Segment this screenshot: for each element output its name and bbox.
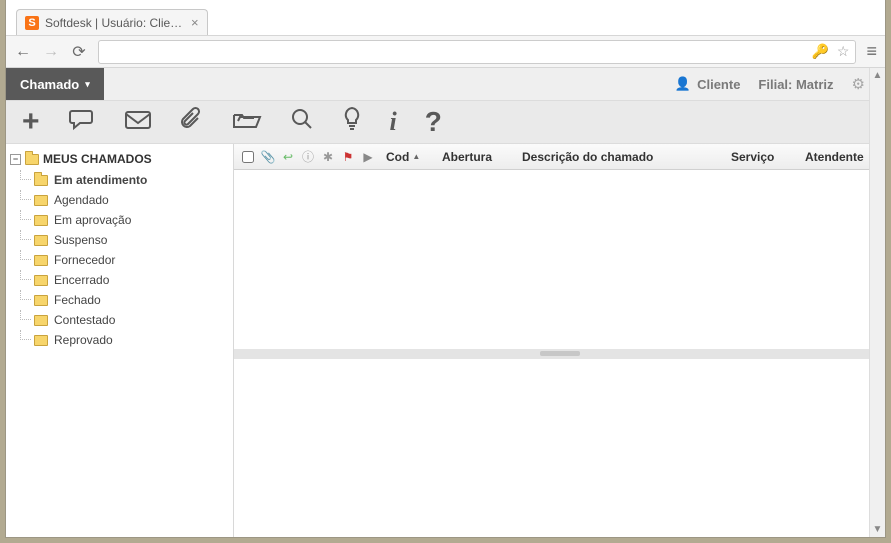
play-col-icon[interactable]: ▶: [360, 150, 376, 164]
column-abertura[interactable]: Abertura: [436, 150, 512, 164]
reply-col-icon[interactable]: ↩: [280, 150, 296, 164]
tree-item-label: Agendado: [54, 193, 109, 207]
dropdown-label: Chamado: [20, 77, 79, 92]
sort-asc-icon: ▲: [412, 152, 420, 161]
browser-tab[interactable]: S Softdesk | Usuário: Cliente ×: [16, 9, 208, 35]
tree-item-reprovado[interactable]: Reprovado: [34, 330, 229, 350]
tree-item-label: Fornecedor: [54, 253, 115, 267]
tree-item-suspenso[interactable]: Suspenso: [34, 230, 229, 250]
vertical-scrollbar[interactable]: ▲ ▼: [869, 68, 885, 537]
caret-down-icon: ▾: [85, 79, 90, 90]
user-icon: 👤: [675, 76, 691, 92]
folder-icon: [34, 195, 48, 206]
chamado-dropdown[interactable]: Chamado ▾: [6, 68, 104, 100]
attach-button[interactable]: [180, 106, 204, 139]
column-servico[interactable]: Serviço: [725, 150, 795, 164]
scroll-down-icon[interactable]: ▼: [873, 524, 883, 535]
magnifier-icon: [290, 107, 314, 138]
gear-icon: ⚙: [852, 76, 865, 93]
folder-button[interactable]: [232, 107, 262, 138]
info-col-icon[interactable]: ⓘ: [300, 148, 316, 165]
search-button[interactable]: [290, 107, 314, 138]
folder-icon: [34, 255, 48, 266]
browser-menu-button[interactable]: ≡: [866, 41, 877, 62]
folder-icon: [34, 335, 48, 346]
help-button[interactable]: ?: [425, 106, 442, 138]
idea-button[interactable]: [342, 106, 362, 139]
tree-item-label: Em atendimento: [54, 173, 147, 187]
flag-col-icon[interactable]: ⚑: [340, 150, 356, 164]
detail-pane: [234, 359, 885, 538]
reload-button[interactable]: ⟳: [70, 43, 88, 61]
plus-icon: +: [22, 105, 40, 139]
tree-item-fechado[interactable]: Fechado: [34, 290, 229, 310]
tree-item-agendado[interactable]: Agendado: [34, 190, 229, 210]
tree-root-label: MEUS CHAMADOS: [43, 152, 152, 166]
chat-button[interactable]: [68, 107, 96, 138]
tree-item-em-aprovacao[interactable]: Em aprovação: [34, 210, 229, 230]
info-button[interactable]: i: [390, 107, 397, 137]
select-all-checkbox[interactable]: [240, 151, 256, 163]
folder-icon: [34, 175, 48, 186]
address-bar[interactable]: 🔑 ☆: [98, 40, 856, 64]
user-label: Cliente: [697, 77, 740, 92]
grid-body[interactable]: [234, 170, 885, 349]
expander-icon[interactable]: −: [10, 154, 21, 165]
column-cod[interactable]: Cod▲: [380, 150, 432, 164]
filial-label: Filial: Matriz: [758, 77, 833, 92]
folder-open-icon: [232, 107, 262, 138]
user-link[interactable]: 👤 Cliente: [675, 76, 741, 92]
folder-icon: [34, 235, 48, 246]
lightbulb-icon: [342, 106, 362, 139]
new-button[interactable]: +: [22, 105, 40, 139]
question-icon: ?: [425, 106, 442, 138]
status-col-icon[interactable]: ✱: [320, 150, 336, 164]
tab-title: Softdesk | Usuário: Cliente: [45, 16, 185, 30]
forward-button[interactable]: →: [42, 43, 60, 61]
tree-item-contestado[interactable]: Contestado: [34, 310, 229, 330]
folder-icon: [34, 275, 48, 286]
tree-item-label: Encerrado: [54, 273, 109, 287]
tree-item-encerrado[interactable]: Encerrado: [34, 270, 229, 290]
folder-icon: [34, 315, 48, 326]
splitter[interactable]: [234, 349, 885, 359]
star-icon[interactable]: ☆: [837, 43, 850, 60]
folder-icon: [34, 215, 48, 226]
folder-open-icon: [25, 154, 39, 165]
envelope-icon: [124, 107, 152, 138]
splitter-handle-icon: [540, 351, 580, 356]
settings-button[interactable]: ⚙: [852, 75, 865, 93]
folder-icon: [34, 295, 48, 306]
tree-item-fornecedor[interactable]: Fornecedor: [34, 250, 229, 270]
key-icon: 🔑: [811, 43, 828, 60]
column-atendente[interactable]: Atendente: [799, 150, 879, 164]
paperclip-icon: [180, 106, 204, 139]
tree-item-label: Fechado: [54, 293, 101, 307]
favicon-icon: S: [25, 16, 39, 30]
filial-link[interactable]: Filial: Matriz: [758, 77, 833, 92]
sidebar-tree: − MEUS CHAMADOS Em atendimento Agendado …: [6, 144, 234, 537]
close-tab-icon[interactable]: ×: [191, 15, 199, 30]
mail-button[interactable]: [124, 107, 152, 138]
info-icon: i: [390, 107, 397, 137]
scroll-up-icon[interactable]: ▲: [873, 70, 883, 81]
column-descricao[interactable]: Descrição do chamado: [516, 150, 721, 164]
back-button[interactable]: ←: [14, 43, 32, 61]
attachment-col-icon[interactable]: 📎: [260, 150, 276, 164]
tree-item-label: Reprovado: [54, 333, 113, 347]
speech-icon: [68, 107, 96, 138]
tree-item-label: Suspenso: [54, 233, 107, 247]
tree-item-em-atendimento[interactable]: Em atendimento: [34, 170, 229, 190]
browser-tab-strip: S Softdesk | Usuário: Cliente ×: [6, 8, 885, 36]
grid-header: 📎 ↩ ⓘ ✱ ⚑ ▶ Cod▲ Abertura Descrição do c…: [234, 144, 885, 170]
tree-item-label: Contestado: [54, 313, 115, 327]
tree-item-label: Em aprovação: [54, 213, 131, 227]
tree-root[interactable]: − MEUS CHAMADOS: [10, 150, 229, 168]
